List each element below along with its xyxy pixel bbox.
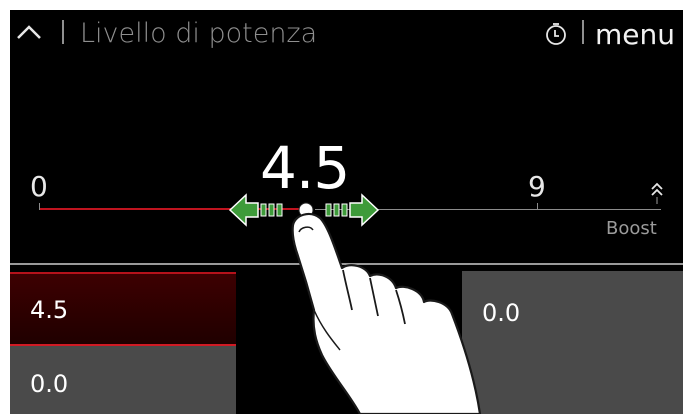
cooktop-screen: Livello di potenza menu 4.5 0 9 Boost 4.… bbox=[10, 10, 683, 414]
pointing-hand-icon bbox=[10, 10, 683, 414]
